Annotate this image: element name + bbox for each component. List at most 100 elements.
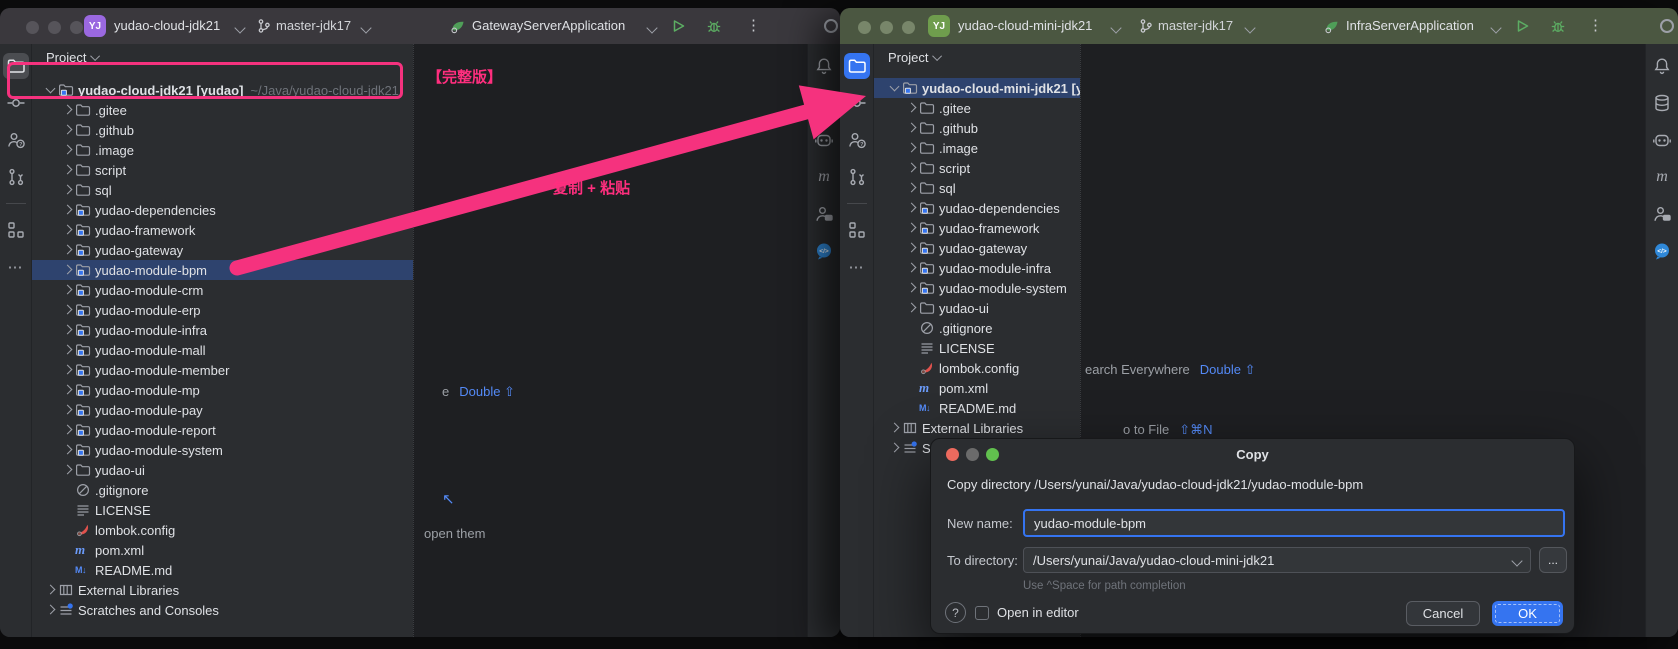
tree-row-sql[interactable]: sql (32, 180, 413, 200)
chevron-collapsed-icon[interactable] (42, 602, 58, 618)
open-in-editor-checkbox[interactable] (975, 606, 989, 620)
tree-row-yudao-module-system[interactable]: yudao-module-system (874, 278, 1080, 298)
tree-row-scratches-and-consoles[interactable]: Scratches and Consoles (32, 600, 413, 620)
more-actions-kebab-icon[interactable]: ⋮ (746, 16, 762, 34)
chevron-collapsed-icon[interactable] (42, 582, 58, 598)
search-everywhere-icon[interactable] (1660, 19, 1674, 33)
to-directory-combobox[interactable]: /Users/yunai/Java/yudao-cloud-mini-jdk21 (1023, 547, 1531, 573)
chevron-collapsed-icon[interactable] (59, 462, 75, 478)
search-everywhere-icon[interactable] (824, 19, 838, 33)
tree-row-yudao-dependencies[interactable]: yudao-dependencies (32, 200, 413, 220)
tree-row-yudao-module-infra[interactable]: yudao-module-infra (32, 320, 413, 340)
branch-selector[interactable]: master-jdk17 (276, 18, 351, 33)
chevron-collapsed-icon[interactable] (59, 142, 75, 158)
chevron-collapsed-icon[interactable] (59, 342, 75, 358)
project-panel-header[interactable]: Project (874, 44, 1080, 70)
pull-requests-tool-icon[interactable] (3, 164, 29, 190)
tree-row-license[interactable]: LICENSE (874, 338, 1080, 358)
chevron-collapsed-icon[interactable] (59, 202, 75, 218)
chevron-collapsed-icon[interactable] (903, 300, 919, 316)
chevron-collapsed-icon[interactable] (903, 260, 919, 276)
tree-row-yudao-module-bpm[interactable]: yudao-module-bpm (32, 260, 413, 280)
avatar[interactable]: YJ (84, 15, 106, 37)
database-tool-icon[interactable] (811, 90, 837, 116)
minimize-window-icon[interactable] (880, 21, 893, 34)
project-switcher[interactable]: yudao-cloud-mini-jdk21 (958, 18, 1092, 33)
run-configuration-selector[interactable]: InfraServerApplication (1346, 18, 1474, 33)
maven-tool-icon[interactable]: m (811, 164, 837, 190)
tree-row-readme-md[interactable]: M↓README.md (32, 560, 413, 580)
chevron-collapsed-icon[interactable] (59, 162, 75, 178)
tree-row-yudao-dependencies[interactable]: yudao-dependencies (874, 198, 1080, 218)
maximize-window-icon[interactable] (70, 21, 83, 34)
more-tool-icon[interactable]: ⋯ (3, 254, 29, 280)
commit-tool-icon[interactable] (844, 90, 870, 116)
users-tool-icon[interactable] (811, 201, 837, 227)
tree-row-yudao-module-pay[interactable]: yudao-module-pay (32, 400, 413, 420)
chevron-collapsed-icon[interactable] (59, 102, 75, 118)
run-button[interactable] (1514, 18, 1530, 34)
tree-row-gitignore[interactable]: .gitignore (32, 480, 413, 500)
maven-tool-icon[interactable]: m (1649, 164, 1675, 190)
help-button[interactable]: ? (945, 602, 966, 623)
branch-selector[interactable]: master-jdk17 (1158, 18, 1233, 33)
chevron-collapsed-icon[interactable] (59, 322, 75, 338)
tree-row-yudao-module-crm[interactable]: yudao-module-crm (32, 280, 413, 300)
chevron-expanded-icon[interactable] (886, 80, 902, 96)
avatar[interactable]: YJ (928, 15, 950, 37)
chevron-collapsed-icon[interactable] (903, 100, 919, 116)
more-tool-icon[interactable]: ⋯ (844, 254, 870, 280)
cancel-button[interactable]: Cancel (1406, 601, 1480, 626)
debug-button[interactable] (1550, 18, 1566, 34)
chevron-collapsed-icon[interactable] (59, 122, 75, 138)
chevron-collapsed-icon[interactable] (886, 420, 902, 436)
robot-tool-icon[interactable] (811, 127, 837, 153)
tree-row-lombok-config[interactable]: lombok.config (874, 358, 1080, 378)
chevron-collapsed-icon[interactable] (59, 182, 75, 198)
tree-row-yudao-module-mp[interactable]: yudao-module-mp (32, 380, 413, 400)
robot-tool-icon[interactable] (1649, 127, 1675, 153)
structure-tool-icon[interactable] (3, 217, 29, 243)
chevron-collapsed-icon[interactable] (59, 302, 75, 318)
tree-row-github[interactable]: .github (874, 118, 1080, 138)
chevron-collapsed-icon[interactable] (59, 262, 75, 278)
tree-row-yudao-gateway[interactable]: yudao-gateway (32, 240, 413, 260)
tree-row-yudao-ui[interactable]: yudao-ui (874, 298, 1080, 318)
chevron-collapsed-icon[interactable] (59, 242, 75, 258)
structure-tool-icon[interactable] (844, 217, 870, 243)
project-tool-icon[interactable] (844, 53, 870, 79)
project-switcher[interactable]: yudao-cloud-jdk21 (114, 18, 220, 33)
tree-row-lombok-config[interactable]: lombok.config (32, 520, 413, 540)
tree-row-yudao-module-erp[interactable]: yudao-module-erp (32, 300, 413, 320)
chevron-collapsed-icon[interactable] (886, 440, 902, 456)
pull-requests-tool-icon[interactable] (844, 164, 870, 190)
chat-tool-icon[interactable]: </> (1649, 238, 1675, 264)
tree-row-license[interactable]: LICENSE (32, 500, 413, 520)
minimize-window-icon[interactable] (48, 21, 61, 34)
chevron-down-icon[interactable] (1511, 555, 1522, 566)
chevron-collapsed-icon[interactable] (59, 382, 75, 398)
tree-row-image[interactable]: .image (874, 138, 1080, 158)
tree-row-gitee[interactable]: .gitee (32, 100, 413, 120)
chevron-collapsed-icon[interactable] (59, 282, 75, 298)
users-tool-icon[interactable] (1649, 201, 1675, 227)
tree-row-yudao-framework[interactable]: yudao-framework (874, 218, 1080, 238)
tree-row-external-libraries[interactable]: External Libraries (874, 418, 1080, 438)
tree-row-pom-xml[interactable]: mpom.xml (32, 540, 413, 560)
tree-row-external-libraries[interactable]: External Libraries (32, 580, 413, 600)
chevron-collapsed-icon[interactable] (59, 402, 75, 418)
tree-row-image[interactable]: .image (32, 140, 413, 160)
user-help-tool-icon[interactable]: ? (844, 127, 870, 153)
user-help-tool-icon[interactable]: ? (3, 127, 29, 153)
maximize-window-icon[interactable] (902, 21, 915, 34)
tree-row-yudao-ui[interactable]: yudao-ui (32, 460, 413, 480)
chevron-collapsed-icon[interactable] (903, 240, 919, 256)
tree-row-gitee[interactable]: .gitee (874, 98, 1080, 118)
close-window-icon[interactable] (26, 21, 39, 34)
tree-row-yudao-module-report[interactable]: yudao-module-report (32, 420, 413, 440)
ok-button[interactable]: OK (1492, 601, 1563, 626)
bell-tool-icon[interactable] (811, 53, 837, 79)
bell-tool-icon[interactable] (1649, 53, 1675, 79)
run-button[interactable] (670, 18, 686, 34)
chat-tool-icon[interactable]: </> (811, 238, 837, 264)
